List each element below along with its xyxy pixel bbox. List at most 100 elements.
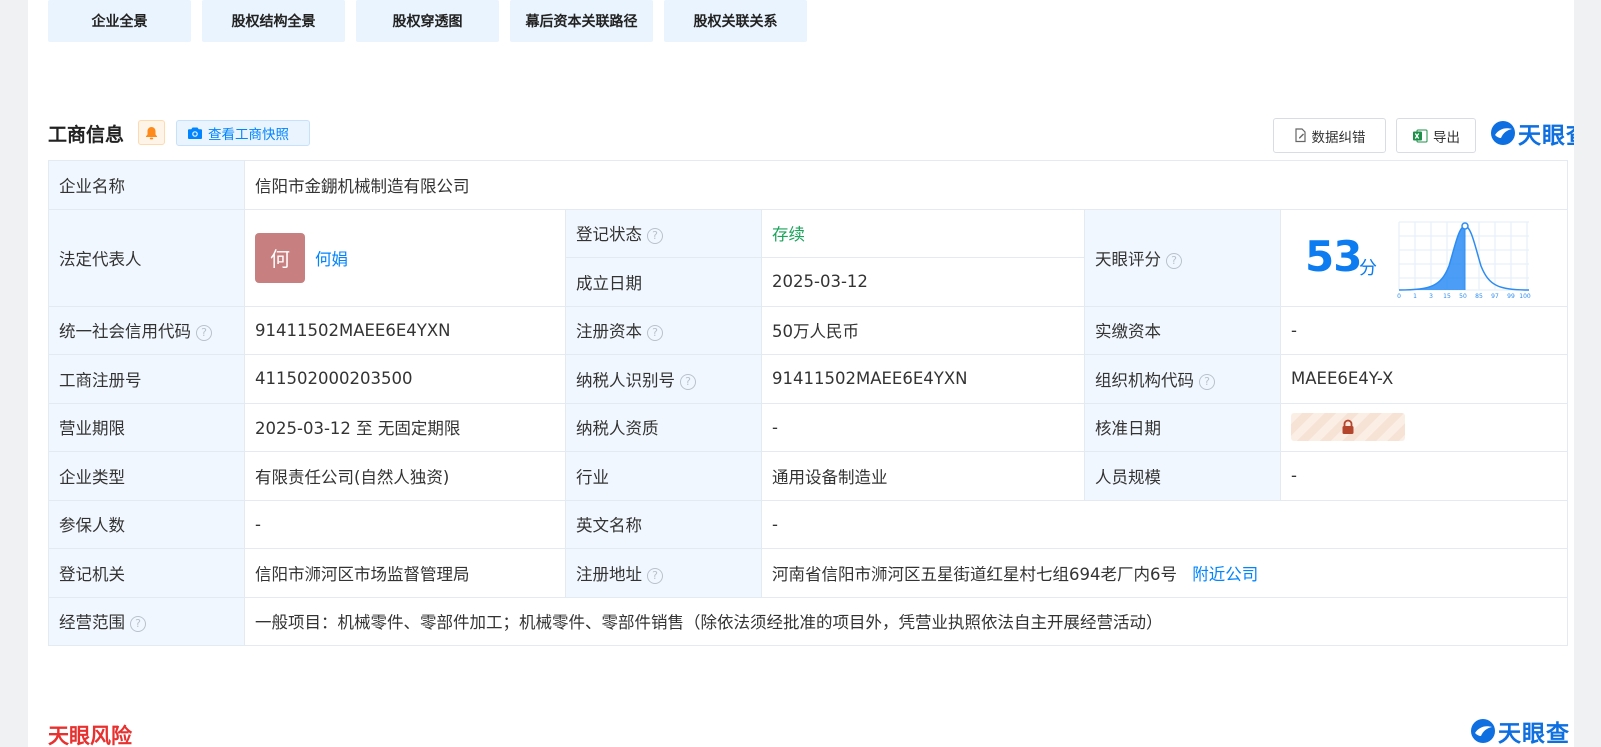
value-taxpayer-qual: - (761, 402, 1085, 452)
lock-icon (1342, 419, 1354, 435)
tab-company-overview[interactable]: 企业全景 (48, 0, 191, 42)
label-company-name: 企业名称 (48, 160, 245, 210)
section-title: 工商信息 (48, 124, 125, 146)
value-credit-code: 91411502MAEE6E4YXN (244, 305, 566, 355)
score-tick: 99 (1507, 293, 1515, 300)
label-approve-date: 核准日期 (1084, 402, 1281, 452)
score-tick: 50 (1459, 293, 1467, 300)
label-taxpayer-id: 纳税人识别号? (565, 354, 762, 404)
avatar[interactable]: 何 (255, 232, 305, 283)
label-industry: 行业 (565, 451, 762, 501)
help-icon[interactable]: ? (647, 325, 663, 342)
score-tick: 3 (1429, 293, 1433, 300)
score-tick: 97 (1491, 293, 1499, 300)
value-company-type: 有限责任公司(自然人独资) (244, 451, 566, 501)
table-row: 法定代表人 何何娟 登记状态? 存续 天眼评分? 53 分 0 1 3 15 5… (48, 208, 1569, 307)
tab-equity-structure[interactable]: 股权结构全景 (202, 0, 345, 42)
label-paid-capital: 实缴资本 (1084, 305, 1281, 355)
logo-mark-icon (1491, 121, 1515, 145)
value-reg-no: 411502000203500 (244, 354, 566, 404)
value-insured: - (244, 499, 566, 549)
value-paid-capital: - (1279, 305, 1569, 355)
help-icon[interactable]: ? (1199, 373, 1215, 390)
label-credit-code: 统一社会信用代码? (48, 305, 245, 355)
camera-icon (188, 127, 202, 139)
label-score: 天眼评分? (1084, 208, 1281, 307)
section-header: 工商信息 查看工商快照 数据纠错 导出 天眼查 (48, 118, 1574, 154)
value-reg-capital: 50万人民币 (761, 305, 1085, 355)
label-reg-no: 工商注册号 (48, 354, 245, 404)
label-reg-capital: 注册资本? (565, 305, 762, 355)
value-company-name: 信阳市金錋机械制造有限公司 (243, 160, 1569, 210)
label-founded: 成立日期 (565, 257, 762, 307)
table-row: 统一社会信用代码? 91411502MAEE6E4YXN 注册资本? 50万人民… (48, 305, 1569, 355)
tianyancha-logo: 天眼查 (1490, 118, 1574, 149)
logo-mark-icon (1471, 719, 1495, 743)
score-tick: 0 (1397, 293, 1401, 300)
nearby-companies-link[interactable]: 附近公司 (1192, 565, 1258, 584)
value-staff-size: - (1279, 451, 1569, 501)
label-org-code: 组织机构代码? (1084, 354, 1281, 404)
table-row: 工商注册号 411502000203500 纳税人识别号? 91411502MA… (48, 354, 1569, 404)
value-taxpayer-id: 91411502MAEE6E4YXN (761, 354, 1085, 404)
value-term: 2025-03-12 至 无固定期限 (244, 402, 566, 452)
locked-value[interactable] (1291, 413, 1405, 442)
snapshot-label: 查看工商快照 (208, 127, 289, 143)
value-legal-rep: 何何娟 (244, 208, 566, 307)
help-icon[interactable]: ? (680, 373, 696, 390)
value-reg-status: 存续 (761, 208, 1085, 258)
business-info-table: 企业名称 信阳市金錋机械制造有限公司 法定代表人 何何娟 登记状态? 存续 天眼… (48, 160, 1569, 646)
label-taxpayer-qual: 纳税人资质 (565, 402, 762, 452)
status-badge: 存续 (772, 225, 805, 245)
legal-rep-link[interactable]: 何娟 (315, 250, 348, 269)
table-row: 经营范围? 一般项目：机械零件、零部件加工；机械零件、零部件销售（除依法须经批准… (48, 596, 1569, 646)
score-value: 53 (1305, 231, 1362, 281)
export-button[interactable]: 导出 (1396, 118, 1476, 153)
top-tabs: 企业全景 股权结构全景 股权穿透图 幕后资本关联路径 股权关联关系 (48, 0, 807, 42)
label-staff-size: 人员规模 (1084, 451, 1281, 501)
score-tick: 1 (1413, 293, 1417, 300)
value-reg-authority: 信阳市浉河区市场监督管理局 (244, 548, 566, 598)
tab-equity-penetration[interactable]: 股权穿透图 (356, 0, 499, 42)
help-icon[interactable]: ? (196, 325, 212, 342)
label-reg-address: 注册地址? (565, 548, 762, 598)
tianyancha-logo-bottom: 天眼查 (1470, 716, 1570, 747)
page: 企业全景 股权结构全景 股权穿透图 幕后资本关联路径 股权关联关系 工商信息 查… (28, 0, 1574, 747)
value-reg-address: 河南省信阳市浉河区五星街道红星村七组694老厂内6号 附近公司 (760, 548, 1569, 598)
help-icon[interactable]: ? (1166, 252, 1182, 269)
label-insured: 参保人数 (48, 499, 245, 549)
label-english-name: 英文名称 (565, 499, 762, 549)
label-scope: 经营范围? (48, 596, 245, 646)
help-icon[interactable]: ? (647, 567, 663, 584)
label-company-type: 企业类型 (48, 451, 245, 501)
data-correction-button[interactable]: 数据纠错 (1273, 118, 1386, 153)
excel-icon (1413, 129, 1428, 142)
table-row: 企业名称 信阳市金錋机械制造有限公司 (48, 160, 1569, 210)
score-tick: 15 (1443, 293, 1451, 300)
view-snapshot-button[interactable]: 查看工商快照 (176, 120, 310, 146)
tab-capital-path[interactable]: 幕后资本关联路径 (510, 0, 653, 42)
edit-doc-icon (1294, 128, 1306, 143)
table-row: 参保人数 - 英文名称 - (48, 499, 1569, 549)
table-row: 营业期限 2025-03-12 至 无固定期限 纳税人资质 - 核准日期 (48, 402, 1569, 452)
label-legal-rep: 法定代表人 (48, 208, 245, 307)
score-tick: 85 (1475, 293, 1483, 300)
value-founded: 2025-03-12 (761, 257, 1085, 307)
value-english-name: - (760, 499, 1569, 549)
help-icon[interactable]: ? (647, 228, 663, 245)
score-tick: 100 (1519, 293, 1531, 300)
risk-section-title: 天眼风险 (48, 724, 132, 747)
label-term: 营业期限 (48, 402, 245, 452)
value-score[interactable]: 53 分 0 1 3 15 50 85 97 99 100 (1279, 208, 1569, 307)
label-reg-authority: 登记机关 (48, 548, 245, 598)
tab-equity-relations[interactable]: 股权关联关系 (664, 0, 807, 42)
label-reg-status: 登记状态? (565, 208, 762, 258)
value-approve-date (1279, 402, 1569, 452)
help-icon[interactable]: ? (130, 616, 146, 633)
bell-icon[interactable] (138, 120, 165, 145)
value-scope: 一般项目：机械零件、零部件加工；机械零件、零部件销售（除依法须经批准的项目外，凭… (243, 596, 1569, 646)
address-text: 河南省信阳市浉河区五星街道红星村七组694老厂内6号 (772, 564, 1177, 584)
score-unit: 分 (1359, 257, 1377, 279)
table-row: 登记机关 信阳市浉河区市场监督管理局 注册地址? 河南省信阳市浉河区五星街道红星… (48, 548, 1569, 598)
value-org-code: MAEE6E4Y-X (1279, 354, 1569, 404)
